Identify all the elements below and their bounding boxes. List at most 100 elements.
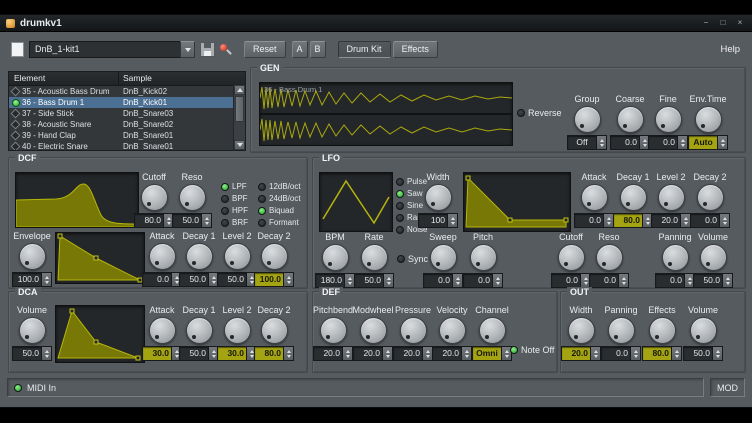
spinner-buttons[interactable] [452,274,462,287]
dcf-slope-biquad[interactable]: Biquad [258,206,294,215]
gen-group-knob[interactable] [574,106,601,133]
spinner-buttons[interactable] [712,347,722,360]
tune-a-button[interactable]: A [292,41,308,58]
dcf-reso-spinbox[interactable]: 50.0 [172,213,212,228]
spinner-buttons[interactable] [492,274,502,287]
gen-fine-knob[interactable] [655,106,682,133]
lfo-decay1-knob[interactable] [620,184,647,211]
dcf-decay1-spinbox[interactable]: 50.0 [179,272,219,287]
dcf-decay2-spinbox[interactable]: 100.0 [254,272,294,287]
dcf-reso-knob[interactable] [179,184,206,211]
list-item[interactable]: 35 - Acoustic Bass Drum DnB_Kick02 [9,86,245,97]
out-effects-spinbox[interactable]: 80.0 [642,346,682,361]
lfo-attack-knob[interactable] [581,184,608,211]
tune-b-button[interactable]: B [310,41,326,58]
out-width-knob[interactable] [568,317,595,344]
minimize-icon[interactable]: − [700,17,712,29]
dcf-attack-knob[interactable] [149,243,176,270]
spinner-buttons[interactable] [717,136,727,149]
lfo-volume-knob[interactable] [700,244,727,271]
lfo-cutoff-spinbox[interactable]: 0.0 [551,273,591,288]
dcf-level2-knob[interactable] [224,243,251,270]
list-item[interactable]: 39 - Hand Clap DnB_Snare01 [9,130,245,141]
lfo-envelope-display[interactable] [463,172,571,232]
lfo-attack-spinbox[interactable]: 0.0 [574,213,614,228]
out-panning-spinbox[interactable]: 0.0 [601,346,641,361]
def-pressure-spinbox[interactable]: 20.0 [393,346,433,361]
lfo-width-spinbox[interactable]: 100 [418,213,458,228]
def-pitchbend-knob[interactable] [320,317,347,344]
new-preset-button[interactable] [8,40,26,58]
out-effects-knob[interactable] [649,317,676,344]
dcf-type-hpf[interactable]: HPF [221,206,248,215]
lfo-decay1-spinbox[interactable]: 80.0 [613,213,653,228]
lfo-pitch-spinbox[interactable]: 0.0 [463,273,503,288]
spinner-buttons[interactable] [342,347,352,360]
column-sample[interactable]: Sample [119,72,245,85]
dca-attack-spinbox[interactable]: 30.0 [142,346,182,361]
gen-coarse-knob[interactable] [617,106,644,133]
tab-effects[interactable]: Effects [393,41,438,58]
spinner-buttons[interactable] [630,347,640,360]
gen-coarse-spinbox[interactable]: 0.0 [610,135,650,150]
spinner-buttons[interactable] [461,347,471,360]
gen-group-spinbox[interactable]: Off [567,135,607,150]
lfo-shape-display[interactable] [319,172,393,232]
combo-dropdown-icon[interactable] [180,41,195,58]
dcf-envelope-spinbox[interactable]: 100.0 [12,272,52,287]
dcf-envelope-knob[interactable] [19,243,46,270]
lfo-decay2-spinbox[interactable]: 0.0 [690,213,730,228]
lfo-volume-spinbox[interactable]: 50.0 [693,273,733,288]
def-modwheel-knob[interactable] [360,317,387,344]
spinner-buttons[interactable] [603,214,613,227]
spinner-buttons[interactable] [41,273,51,286]
spinner-buttons[interactable] [383,274,393,287]
dcf-type-lpf[interactable]: LPF [221,182,247,191]
list-item-selected[interactable]: 36 - Bass Drum 1 DnB_Kick01 [9,97,245,108]
preset-name[interactable]: DnB_1-kit1 [29,41,180,58]
dca-volume-knob[interactable] [19,317,46,344]
spinner-buttons[interactable] [722,274,732,287]
dca-attack-knob[interactable] [149,317,176,344]
spinner-buttons[interactable] [283,347,293,360]
out-panning-knob[interactable] [608,317,635,344]
out-volume-spinbox[interactable]: 50.0 [683,346,723,361]
spinner-buttons[interactable] [41,347,51,360]
lfo-rate-spinbox[interactable]: 50.0 [354,273,394,288]
def-channel-spinbox[interactable]: Omni [472,346,512,361]
def-velocity-spinbox[interactable]: 20.0 [432,346,472,361]
list-scrollbar[interactable] [233,85,245,150]
lfo-width-knob[interactable] [425,184,452,211]
spinner-buttons[interactable] [447,214,457,227]
list-item[interactable]: 40 - Electric Snare DnB_Snare01 [9,141,245,151]
out-width-spinbox[interactable]: 20.0 [561,346,601,361]
lfo-reso-spinbox[interactable]: 0.0 [589,273,629,288]
spinner-buttons[interactable] [618,274,628,287]
lfo-sweep-knob[interactable] [430,244,457,271]
def-pressure-knob[interactable] [400,317,427,344]
gen-envtime-spinbox[interactable]: Auto [688,135,728,150]
gen-envtime-knob[interactable] [695,106,722,133]
reset-button[interactable]: Reset [244,41,286,58]
scroll-down-icon[interactable] [234,140,245,150]
spinner-buttons[interactable] [677,136,687,149]
dcf-slope-24db[interactable]: 24dB/oct [258,194,301,203]
dcf-decay2-knob[interactable] [261,243,288,270]
spinner-buttons[interactable] [201,214,211,227]
lfo-bpm-spinbox[interactable]: 180.0 [315,273,355,288]
spinner-buttons[interactable] [596,136,606,149]
lfo-panning-spinbox[interactable]: 0.0 [655,273,695,288]
dcf-slope-formant[interactable]: Formant [258,218,299,227]
dcf-cutoff-knob[interactable] [141,184,168,211]
list-item[interactable]: 38 - Acoustic Snare DnB_Snare02 [9,119,245,130]
dcf-slope-12db[interactable]: 12dB/oct [258,182,301,191]
dca-volume-spinbox[interactable]: 50.0 [12,346,52,361]
dcf-attack-spinbox[interactable]: 0.0 [142,272,182,287]
dcf-level2-spinbox[interactable]: 50.0 [217,272,257,287]
dca-level2-spinbox[interactable]: 30.0 [217,346,257,361]
save-preset-button[interactable] [198,40,216,58]
lfo-sweep-spinbox[interactable]: 0.0 [423,273,463,288]
help-button[interactable]: Help [716,42,744,57]
close-icon[interactable]: × [734,17,746,29]
spinner-buttons[interactable] [671,347,681,360]
